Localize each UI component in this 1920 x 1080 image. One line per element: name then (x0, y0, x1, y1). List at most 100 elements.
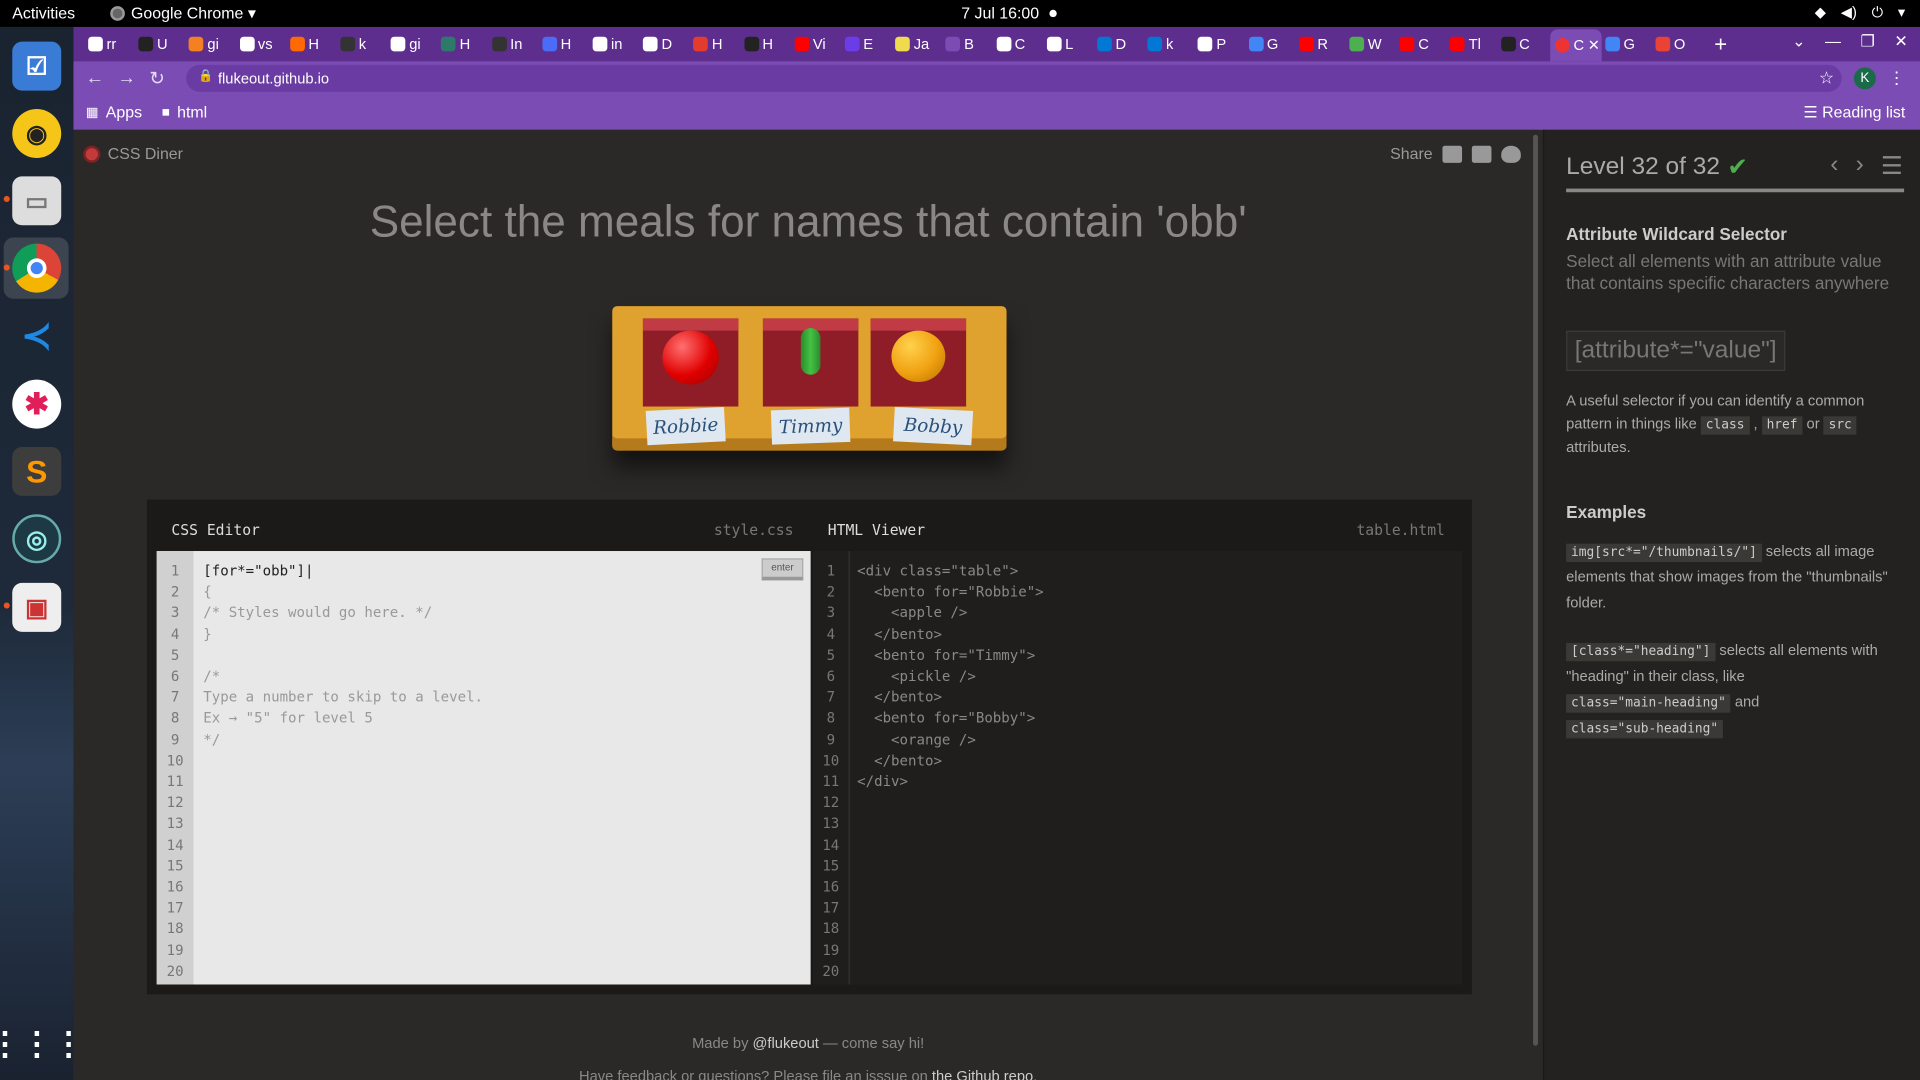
close-tab-icon[interactable]: ✕ (1588, 37, 1600, 54)
files-icon[interactable]: ▭ (12, 176, 62, 226)
browser-tab[interactable]: Tl (1445, 32, 1494, 56)
browser-tab[interactable]: gi (184, 32, 233, 56)
tab-label: C (1014, 35, 1026, 53)
browser-tab[interactable]: H (436, 32, 485, 56)
browser-tab[interactable]: k (1143, 32, 1192, 56)
browser-tab[interactable]: W (1345, 32, 1394, 56)
pickle[interactable] (800, 328, 821, 375)
bento-bobby[interactable] (870, 318, 967, 407)
previous-level-icon[interactable]: ‹ (1830, 151, 1838, 182)
css-editor-header: CSS Editor style.css (157, 509, 811, 551)
vscode-icon[interactable]: ≺ (12, 311, 61, 360)
bookmark-star-icon[interactable]: ☆ (1819, 67, 1834, 88)
browser-tab[interactable]: Vi (790, 32, 839, 56)
browser-tab[interactable]: H (285, 32, 334, 56)
browser-tab[interactable]: E (840, 32, 889, 56)
line-number: 4 (826, 625, 836, 643)
facebook-icon[interactable] (1471, 145, 1492, 163)
apple[interactable] (662, 330, 719, 385)
close-window-icon[interactable]: ✕ (1894, 32, 1907, 52)
browser-tab[interactable]: in (588, 32, 637, 56)
css-code[interactable]: [for*="obb"]| {/* Styles would go here. *… (203, 551, 483, 750)
line-numbers: 1 2 3 4 5 6 7 8 9 10 11 12 13 14 15 16 17 18 19 20 (813, 551, 850, 985)
browser-tab[interactable]: B (941, 32, 990, 56)
logo[interactable]: CSS Diner (83, 144, 183, 163)
hint-chip-src: src (1823, 416, 1857, 435)
running-indicator (3, 264, 10, 271)
address-bar[interactable]: 🔒 flukeout.github.io (186, 64, 1842, 92)
rhythmbox-icon[interactable]: ◉ (12, 108, 62, 158)
profile-avatar[interactable]: K (1853, 67, 1876, 90)
css-code-area[interactable]: 1 2 3 4 5 6 7 8 9 10 11 12 13 14 15 16 17 18 19 20 [for*="o… (156, 551, 811, 985)
orange[interactable] (891, 330, 946, 383)
browser-tab[interactable]: D (638, 32, 687, 56)
bookmark-apps[interactable]: ▦ Apps (86, 103, 142, 121)
browser-tab[interactable]: Ja (890, 32, 939, 56)
restore-icon[interactable]: ❐ (1861, 32, 1875, 52)
back-icon[interactable]: ← (86, 67, 104, 88)
page-scrollbar[interactable] (1533, 134, 1538, 1046)
browser-tab[interactable]: O (1651, 32, 1700, 56)
chrome-icon[interactable] (12, 243, 62, 293)
level-navigation: ‹ › ☰ (1830, 151, 1903, 182)
code-line: } (203, 625, 212, 643)
ebook-reader-icon[interactable]: ▣ (12, 582, 62, 632)
line-number: 9 (170, 730, 180, 748)
browser-tab[interactable]: k (336, 32, 385, 56)
email-icon[interactable] (1442, 145, 1463, 163)
browser-tab[interactable]: P (1193, 32, 1242, 56)
browser-tab[interactable]: gi (386, 32, 435, 56)
tab-active[interactable]: C ✕ (1550, 29, 1602, 62)
todo-app-icon[interactable]: ☑ (12, 41, 62, 91)
minimize-icon[interactable]: — (1825, 32, 1841, 52)
code-line: /* (203, 667, 221, 685)
system-tray[interactable]: ◆ ◀) ⏻ ▾ (1815, 4, 1906, 22)
browser-tab[interactable]: vs (235, 32, 284, 56)
sublime-text-icon[interactable]: S (12, 446, 62, 496)
slack-icon[interactable]: ✱ (12, 379, 62, 429)
twitter-icon[interactable] (1501, 145, 1521, 163)
tab-label: D (661, 35, 673, 53)
author-link[interactable]: @flukeout (753, 1035, 819, 1052)
reload-icon[interactable]: ↻ (149, 67, 164, 90)
browser-tab[interactable]: D (1092, 32, 1141, 56)
clock[interactable]: 7 Jul 16:00 (961, 4, 1057, 22)
browser-tab[interactable]: In (487, 32, 536, 56)
html-filename: table.html (1356, 521, 1445, 539)
browser-tab[interactable]: C (1395, 32, 1444, 56)
level-progress-bar (1566, 188, 1905, 193)
volume-icon: ◀) (1840, 3, 1857, 21)
browser-tab[interactable]: H (739, 32, 788, 56)
bento-timmy[interactable] (762, 318, 859, 407)
browser-tab[interactable]: C (991, 32, 1040, 56)
browser-tab[interactable]: H (537, 32, 586, 56)
browser-tab[interactable]: G (1244, 32, 1293, 56)
bookmark-folder-html[interactable]: ■ html (162, 103, 208, 121)
tab-favicon-icon (1248, 36, 1264, 52)
browser-tab[interactable]: G (1600, 32, 1649, 56)
bento-robbie[interactable] (642, 318, 739, 407)
browser-tab[interactable]: H (689, 32, 738, 56)
activities-button[interactable]: Activities (12, 4, 75, 22)
tab-label: k (1165, 35, 1174, 53)
example-2-code-main-heading: class="main-heading" (1566, 694, 1731, 713)
enter-button[interactable]: enter (761, 558, 804, 581)
browser-tab[interactable]: L (1042, 32, 1091, 56)
show-applications-icon[interactable]: ⋮⋮⋮ (0, 1019, 84, 1068)
browser-tab[interactable]: C (1496, 32, 1545, 56)
github-repo-link[interactable]: the Github repo (932, 1068, 1033, 1080)
new-tab-button[interactable]: + (1714, 32, 1727, 56)
kebab-menu-icon[interactable]: ⋮ (1888, 67, 1905, 88)
browser-tab[interactable]: R (1294, 32, 1343, 56)
reading-list-button[interactable]: ☰ Reading list (1803, 103, 1905, 123)
tab-favicon-icon (643, 36, 658, 52)
browser-tab[interactable]: U (134, 32, 183, 56)
level-menu-icon[interactable]: ☰ (1881, 151, 1903, 182)
gitkraken-icon[interactable]: ◎ (12, 514, 62, 564)
next-level-icon[interactable]: › (1856, 151, 1864, 182)
html-markup[interactable]: <div class="table"> <bento for="Robbie">… (857, 551, 1044, 793)
browser-tab[interactable]: rr (83, 32, 132, 56)
forward-icon[interactable]: → (118, 67, 136, 88)
app-menu[interactable]: Google Chrome ▾ (110, 4, 256, 24)
tab-search-icon[interactable]: ⌄ (1792, 32, 1805, 52)
